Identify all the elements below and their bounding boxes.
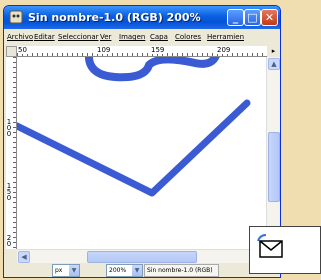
ruler-label: 109 bbox=[97, 46, 112, 54]
ruler-label: 0 bbox=[6, 240, 12, 248]
brush-stroke-curve bbox=[84, 57, 220, 82]
menu-bar: Archivo Editar Seleccionar Ver Imagen Ca… bbox=[4, 29, 280, 45]
menu-colores[interactable]: Colores bbox=[175, 33, 201, 41]
ruler-label: 159 bbox=[151, 46, 166, 54]
minimize-button[interactable]: _ bbox=[227, 9, 244, 26]
ruler-label: 50 bbox=[18, 46, 28, 54]
close-icon: ✕ bbox=[264, 11, 275, 24]
gimp-icon bbox=[9, 10, 23, 24]
horizontal-scroll-thumb[interactable] bbox=[87, 251, 197, 263]
ruler-label: 0 bbox=[6, 130, 12, 138]
zoom-value: 200% bbox=[109, 267, 127, 274]
menu-archivo[interactable]: Archivo bbox=[7, 33, 33, 41]
menu-seleccionar[interactable]: Seleccionar bbox=[58, 33, 99, 41]
window-title: Sin nombre-1.0 (RGB) 200% bbox=[28, 11, 201, 24]
zoom-select[interactable]: 200% ▼ bbox=[106, 264, 143, 277]
menu-imagen[interactable]: Imagen bbox=[119, 33, 145, 41]
close-button[interactable]: ✕ bbox=[261, 9, 278, 26]
chevron-down-icon[interactable]: ▼ bbox=[132, 265, 142, 276]
unit-select[interactable]: px ▼ bbox=[52, 264, 80, 277]
vertical-scrollbar[interactable]: ▲ bbox=[266, 57, 280, 249]
minimize-icon: _ bbox=[232, 11, 239, 24]
vertical-ruler[interactable]: 1 0 0 1 5 0 2 0 bbox=[6, 57, 17, 249]
maximize-icon: □ bbox=[247, 11, 258, 24]
brush-stroke-v bbox=[17, 99, 251, 197]
ruler-menu-arrow-icon[interactable]: ▸ bbox=[267, 46, 280, 57]
status-bar: px ▼ 200% ▼ Sin nombre-1.0 (RGB) bbox=[4, 263, 280, 277]
ruler-label: 0 bbox=[6, 194, 12, 202]
unit-value: px bbox=[55, 267, 63, 274]
maximize-button[interactable]: □ bbox=[244, 9, 261, 26]
vertical-scroll-thumb[interactable] bbox=[268, 132, 280, 202]
title-bar[interactable]: Sin nombre-1.0 (RGB) 200% _ □ ✕ bbox=[4, 6, 280, 29]
navigate-icon bbox=[257, 234, 283, 258]
menu-editar[interactable]: Editar bbox=[34, 33, 55, 41]
horizontal-ruler[interactable]: 50 109 159 209 bbox=[17, 46, 267, 57]
brush-strokes bbox=[17, 57, 251, 197]
chevron-down-icon[interactable]: ▼ bbox=[69, 265, 79, 276]
menu-ver[interactable]: Ver bbox=[100, 33, 111, 41]
scroll-left-icon[interactable]: ◀ bbox=[18, 251, 30, 263]
quick-mask-corner[interactable] bbox=[6, 46, 17, 57]
ruler-label: 209 bbox=[217, 46, 232, 54]
menu-herramientas[interactable]: Herramien bbox=[207, 33, 244, 41]
status-info: Sin nombre-1.0 (RGB) bbox=[144, 264, 219, 277]
navigate-popup[interactable] bbox=[249, 226, 321, 274]
image-canvas[interactable] bbox=[17, 57, 266, 249]
menu-capa[interactable]: Capa bbox=[150, 33, 168, 41]
scroll-up-icon[interactable]: ▲ bbox=[268, 58, 280, 70]
image-window: Sin nombre-1.0 (RGB) 200% _ □ ✕ Archivo … bbox=[3, 5, 281, 278]
horizontal-scrollbar[interactable]: ◀ bbox=[17, 249, 266, 263]
